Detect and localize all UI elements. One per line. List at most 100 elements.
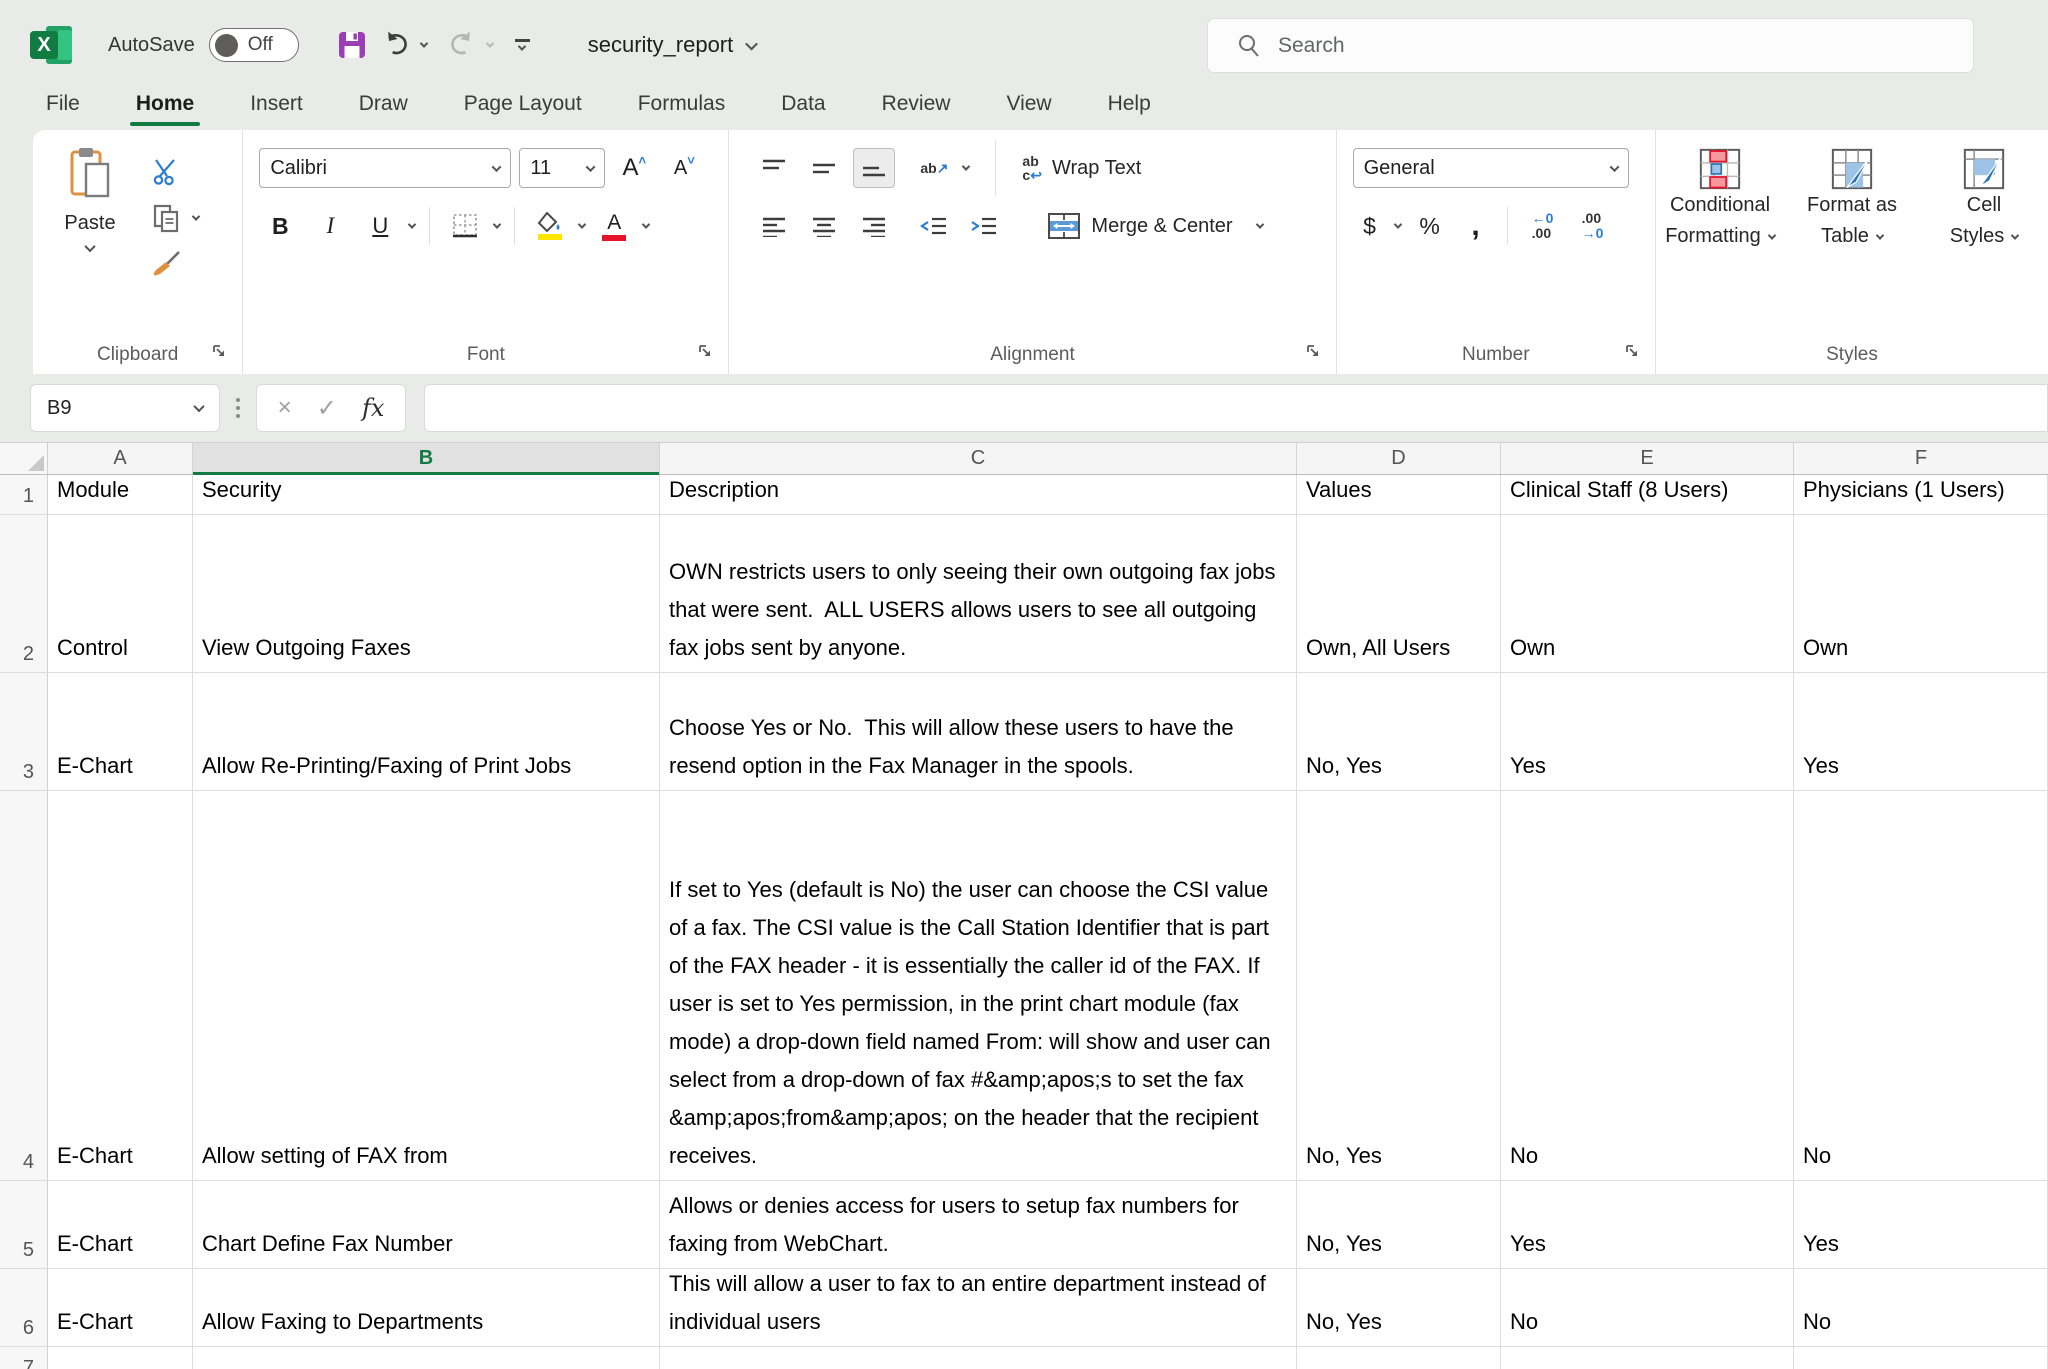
- column-header-f[interactable]: F: [1794, 443, 2048, 474]
- comma-format-button[interactable]: ,: [1459, 206, 1493, 246]
- cell-C6[interactable]: This will allow a user to fax to an enti…: [660, 1269, 1297, 1346]
- tab-formulas[interactable]: Formulas: [636, 90, 728, 126]
- currency-format-button[interactable]: $: [1353, 206, 1387, 246]
- cell-A2[interactable]: Control: [48, 515, 193, 672]
- alignment-dialog-launcher[interactable]: [1300, 338, 1326, 364]
- search-input[interactable]: [1278, 34, 1878, 58]
- increase-decimal-button[interactable]: ←0.00: [1522, 206, 1564, 246]
- row-header-4[interactable]: 4: [0, 791, 48, 1180]
- cell-E2[interactable]: Own: [1501, 515, 1794, 672]
- column-header-e[interactable]: E: [1501, 443, 1794, 474]
- align-middle-button[interactable]: [803, 148, 845, 188]
- fill-color-dropdown-chevron[interactable]: [578, 220, 586, 228]
- orientation-dropdown-chevron[interactable]: [962, 162, 970, 170]
- paste-button[interactable]: Paste: [47, 146, 133, 282]
- excel-logo-icon[interactable]: X: [30, 22, 76, 68]
- row-header-6[interactable]: 6: [0, 1269, 48, 1346]
- italic-button[interactable]: I: [309, 206, 351, 246]
- enter-button[interactable]: ✓: [317, 394, 337, 423]
- cell-D1[interactable]: Values: [1297, 475, 1501, 514]
- cell-A7[interactable]: [48, 1347, 193, 1369]
- copy-dropdown-chevron[interactable]: [192, 212, 200, 220]
- autosave-toggle[interactable]: Off: [209, 28, 299, 62]
- cell-F5[interactable]: Yes: [1794, 1181, 2048, 1268]
- cell-F6[interactable]: No: [1794, 1269, 2048, 1346]
- tab-home[interactable]: Home: [134, 90, 196, 126]
- cell-B3[interactable]: Allow Re-Printing/Faxing of Print Jobs: [193, 673, 660, 790]
- cell-F3[interactable]: Yes: [1794, 673, 2048, 790]
- cell-C7[interactable]: [660, 1347, 1297, 1369]
- cell-C1[interactable]: Description: [660, 475, 1297, 514]
- cell-E5[interactable]: Yes: [1501, 1181, 1794, 1268]
- cell-D3[interactable]: No, Yes: [1297, 673, 1501, 790]
- cell-C3[interactable]: Choose Yes or No. This will allow these …: [660, 673, 1297, 790]
- cell-A3[interactable]: E-Chart: [48, 673, 193, 790]
- font-size-combo[interactable]: 11: [519, 148, 605, 188]
- cell-D5[interactable]: No, Yes: [1297, 1181, 1501, 1268]
- cell-styles-button[interactable]: Cell Styles: [1920, 148, 2048, 252]
- cell-E4[interactable]: No: [1501, 791, 1794, 1180]
- decrease-decimal-button[interactable]: .00→0: [1572, 206, 1614, 246]
- tab-page-layout[interactable]: Page Layout: [462, 90, 584, 126]
- format-painter-button[interactable]: [151, 246, 199, 282]
- row-header-5[interactable]: 5: [0, 1181, 48, 1268]
- align-bottom-button[interactable]: [853, 148, 895, 188]
- select-all-corner[interactable]: [0, 443, 48, 474]
- cut-button[interactable]: [151, 154, 199, 190]
- align-left-button[interactable]: [753, 206, 795, 246]
- formula-bar-handle[interactable]: [236, 398, 240, 418]
- cell-C5[interactable]: Allows or denies access for users to set…: [660, 1181, 1297, 1268]
- cell-E7[interactable]: [1501, 1347, 1794, 1369]
- decrease-indent-button[interactable]: [913, 206, 955, 246]
- cell-D7[interactable]: [1297, 1347, 1501, 1369]
- increase-font-size-button[interactable]: A˄: [613, 148, 655, 188]
- borders-button[interactable]: [444, 206, 486, 246]
- tab-insert[interactable]: Insert: [248, 90, 305, 126]
- tab-file[interactable]: File: [44, 90, 82, 126]
- tab-help[interactable]: Help: [1106, 90, 1153, 126]
- align-top-button[interactable]: [753, 148, 795, 188]
- underline-dropdown-chevron[interactable]: [408, 220, 416, 228]
- cell-B7[interactable]: [193, 1347, 660, 1369]
- column-header-b[interactable]: B: [193, 443, 660, 474]
- tab-view[interactable]: View: [1004, 90, 1053, 126]
- font-color-dropdown-chevron[interactable]: [642, 220, 650, 228]
- cell-E3[interactable]: Yes: [1501, 673, 1794, 790]
- cell-B5[interactable]: Chart Define Fax Number: [193, 1181, 660, 1268]
- font-dialog-launcher[interactable]: [692, 338, 718, 364]
- cell-B6[interactable]: Allow Faxing to Departments: [193, 1269, 660, 1346]
- cell-B4[interactable]: Allow setting of FAX from: [193, 791, 660, 1180]
- tab-data[interactable]: Data: [779, 90, 827, 126]
- currency-dropdown-chevron[interactable]: [1393, 220, 1401, 228]
- font-color-button[interactable]: A: [593, 206, 635, 246]
- name-box[interactable]: B9: [30, 384, 220, 432]
- cell-D4[interactable]: No, Yes: [1297, 791, 1501, 1180]
- redo-button[interactable]: [443, 26, 481, 64]
- save-button[interactable]: [333, 26, 371, 64]
- underline-button[interactable]: U: [359, 206, 401, 246]
- number-format-combo[interactable]: General: [1353, 148, 1629, 188]
- cell-E1[interactable]: Clinical Staff (8 Users): [1501, 475, 1794, 514]
- row-header-3[interactable]: 3: [0, 673, 48, 790]
- cell-D6[interactable]: No, Yes: [1297, 1269, 1501, 1346]
- align-right-button[interactable]: [853, 206, 895, 246]
- decrease-font-size-button[interactable]: A˅: [663, 148, 705, 188]
- cell-C4[interactable]: If set to Yes (default is No) the user c…: [660, 791, 1297, 1180]
- cell-E6[interactable]: No: [1501, 1269, 1794, 1346]
- tab-draw[interactable]: Draw: [357, 90, 410, 126]
- undo-dropdown-chevron[interactable]: [419, 39, 427, 47]
- cell-A1[interactable]: Module: [48, 475, 193, 514]
- borders-dropdown-chevron[interactable]: [493, 220, 501, 228]
- copy-button[interactable]: [151, 200, 199, 236]
- row-header-1[interactable]: 1: [0, 475, 48, 514]
- font-name-combo[interactable]: Calibri: [259, 148, 511, 188]
- clipboard-dialog-launcher[interactable]: [206, 338, 232, 364]
- cell-F7[interactable]: [1794, 1347, 2048, 1369]
- customize-quick-access-toolbar-button[interactable]: [515, 39, 530, 50]
- redo-dropdown-chevron[interactable]: [485, 39, 493, 47]
- merge-center-button[interactable]: Merge & Center: [1047, 212, 1262, 240]
- conditional-formatting-button[interactable]: Conditional Formatting: [1656, 148, 1784, 252]
- cell-B2[interactable]: View Outgoing Faxes: [193, 515, 660, 672]
- column-header-c[interactable]: C: [660, 443, 1297, 474]
- format-as-table-button[interactable]: Format as Table: [1788, 148, 1916, 252]
